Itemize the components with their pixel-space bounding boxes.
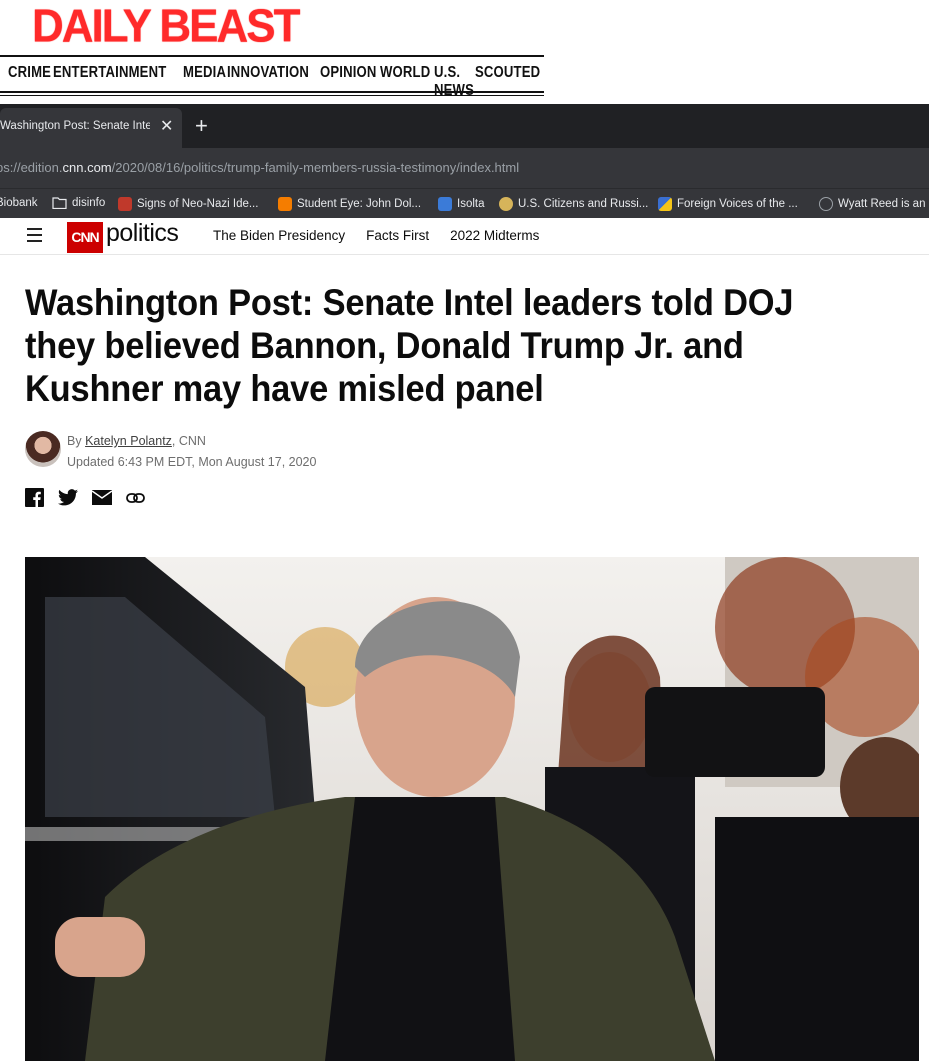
divider xyxy=(0,91,544,93)
author-avatar[interactable] xyxy=(25,431,61,467)
bookmark-foreign-voices[interactable]: Foreign Voices of the ... xyxy=(658,197,798,211)
bookmark-neo-nazi[interactable]: Signs of Neo-Nazi Ide... xyxy=(118,197,258,211)
author-link[interactable]: Katelyn Polantz xyxy=(85,434,172,448)
divider xyxy=(0,55,544,57)
article-hero-photo xyxy=(25,557,919,1061)
nav-biden-presidency[interactable]: The Biden Presidency xyxy=(213,228,345,243)
timestamp: Updated 6:43 PM EDT, Mon August 17, 2020 xyxy=(67,455,317,469)
cnn-nav: The Biden Presidency Facts First 2022 Mi… xyxy=(213,228,539,243)
bookmark-student-eye[interactable]: Student Eye: John Dol... xyxy=(278,197,421,211)
nav-2022-midterms[interactable]: 2022 Midterms xyxy=(450,228,539,243)
bookmark-biobank[interactable]: Biobank xyxy=(0,197,38,209)
email-icon[interactable] xyxy=(92,490,112,505)
close-icon[interactable]: ✕ xyxy=(160,116,173,136)
site-favicon-icon xyxy=(658,197,672,211)
url-text[interactable]: ps://edition.cnn.com/2020/08/16/politics… xyxy=(0,160,519,175)
blogger-icon xyxy=(278,197,292,211)
tab-title: Washington Post: Senate Intel l xyxy=(0,120,150,132)
daily-beast-header: DAILY BEAST CRIME ENTERTAINMENT MEDIA IN… xyxy=(0,0,544,100)
tab-bar: Washington Post: Senate Intel l ✕ + xyxy=(0,104,929,148)
byline: By Katelyn Polantz, CNN xyxy=(67,434,206,448)
site-favicon-icon xyxy=(118,197,132,211)
browser-tab[interactable]: Washington Post: Senate Intel l ✕ xyxy=(0,108,182,148)
section-title[interactable]: politics xyxy=(106,219,179,248)
menu-icon[interactable] xyxy=(27,228,42,246)
site-favicon-icon xyxy=(819,197,833,211)
divider xyxy=(0,95,544,96)
share-bar xyxy=(25,488,145,507)
bookmark-disinfo[interactable]: disinfo xyxy=(52,197,105,209)
facebook-icon[interactable] xyxy=(25,488,44,507)
address-bar[interactable]: ps://edition.cnn.com/2020/08/16/politics… xyxy=(0,148,929,188)
headline: Washington Post: Senate Intel leaders to… xyxy=(25,282,794,409)
bookmark-isolta[interactable]: Isolta xyxy=(438,197,485,211)
link-icon[interactable] xyxy=(126,492,145,504)
site-favicon-icon xyxy=(438,197,452,211)
browser-chrome: Washington Post: Senate Intel l ✕ + ps:/… xyxy=(0,104,929,219)
folder-icon xyxy=(52,197,67,209)
bookmark-wyatt-reed[interactable]: Wyatt Reed is an xyxy=(819,197,925,211)
new-tab-icon[interactable]: + xyxy=(195,113,208,139)
site-favicon-icon xyxy=(499,197,513,211)
daily-beast-logo[interactable]: DAILY BEAST xyxy=(32,1,301,54)
photo-illustration xyxy=(25,557,919,1061)
cnn-header: CNN politics The Biden Presidency Facts … xyxy=(0,218,929,255)
cnn-logo[interactable]: CNN xyxy=(67,222,103,253)
bookmark-us-citizens[interactable]: U.S. Citizens and Russi... xyxy=(499,197,648,211)
twitter-icon[interactable] xyxy=(58,489,78,506)
bookmarks-bar: Biobank disinfo Signs of Neo-Nazi Ide...… xyxy=(0,188,929,219)
nav-facts-first[interactable]: Facts First xyxy=(366,228,429,243)
